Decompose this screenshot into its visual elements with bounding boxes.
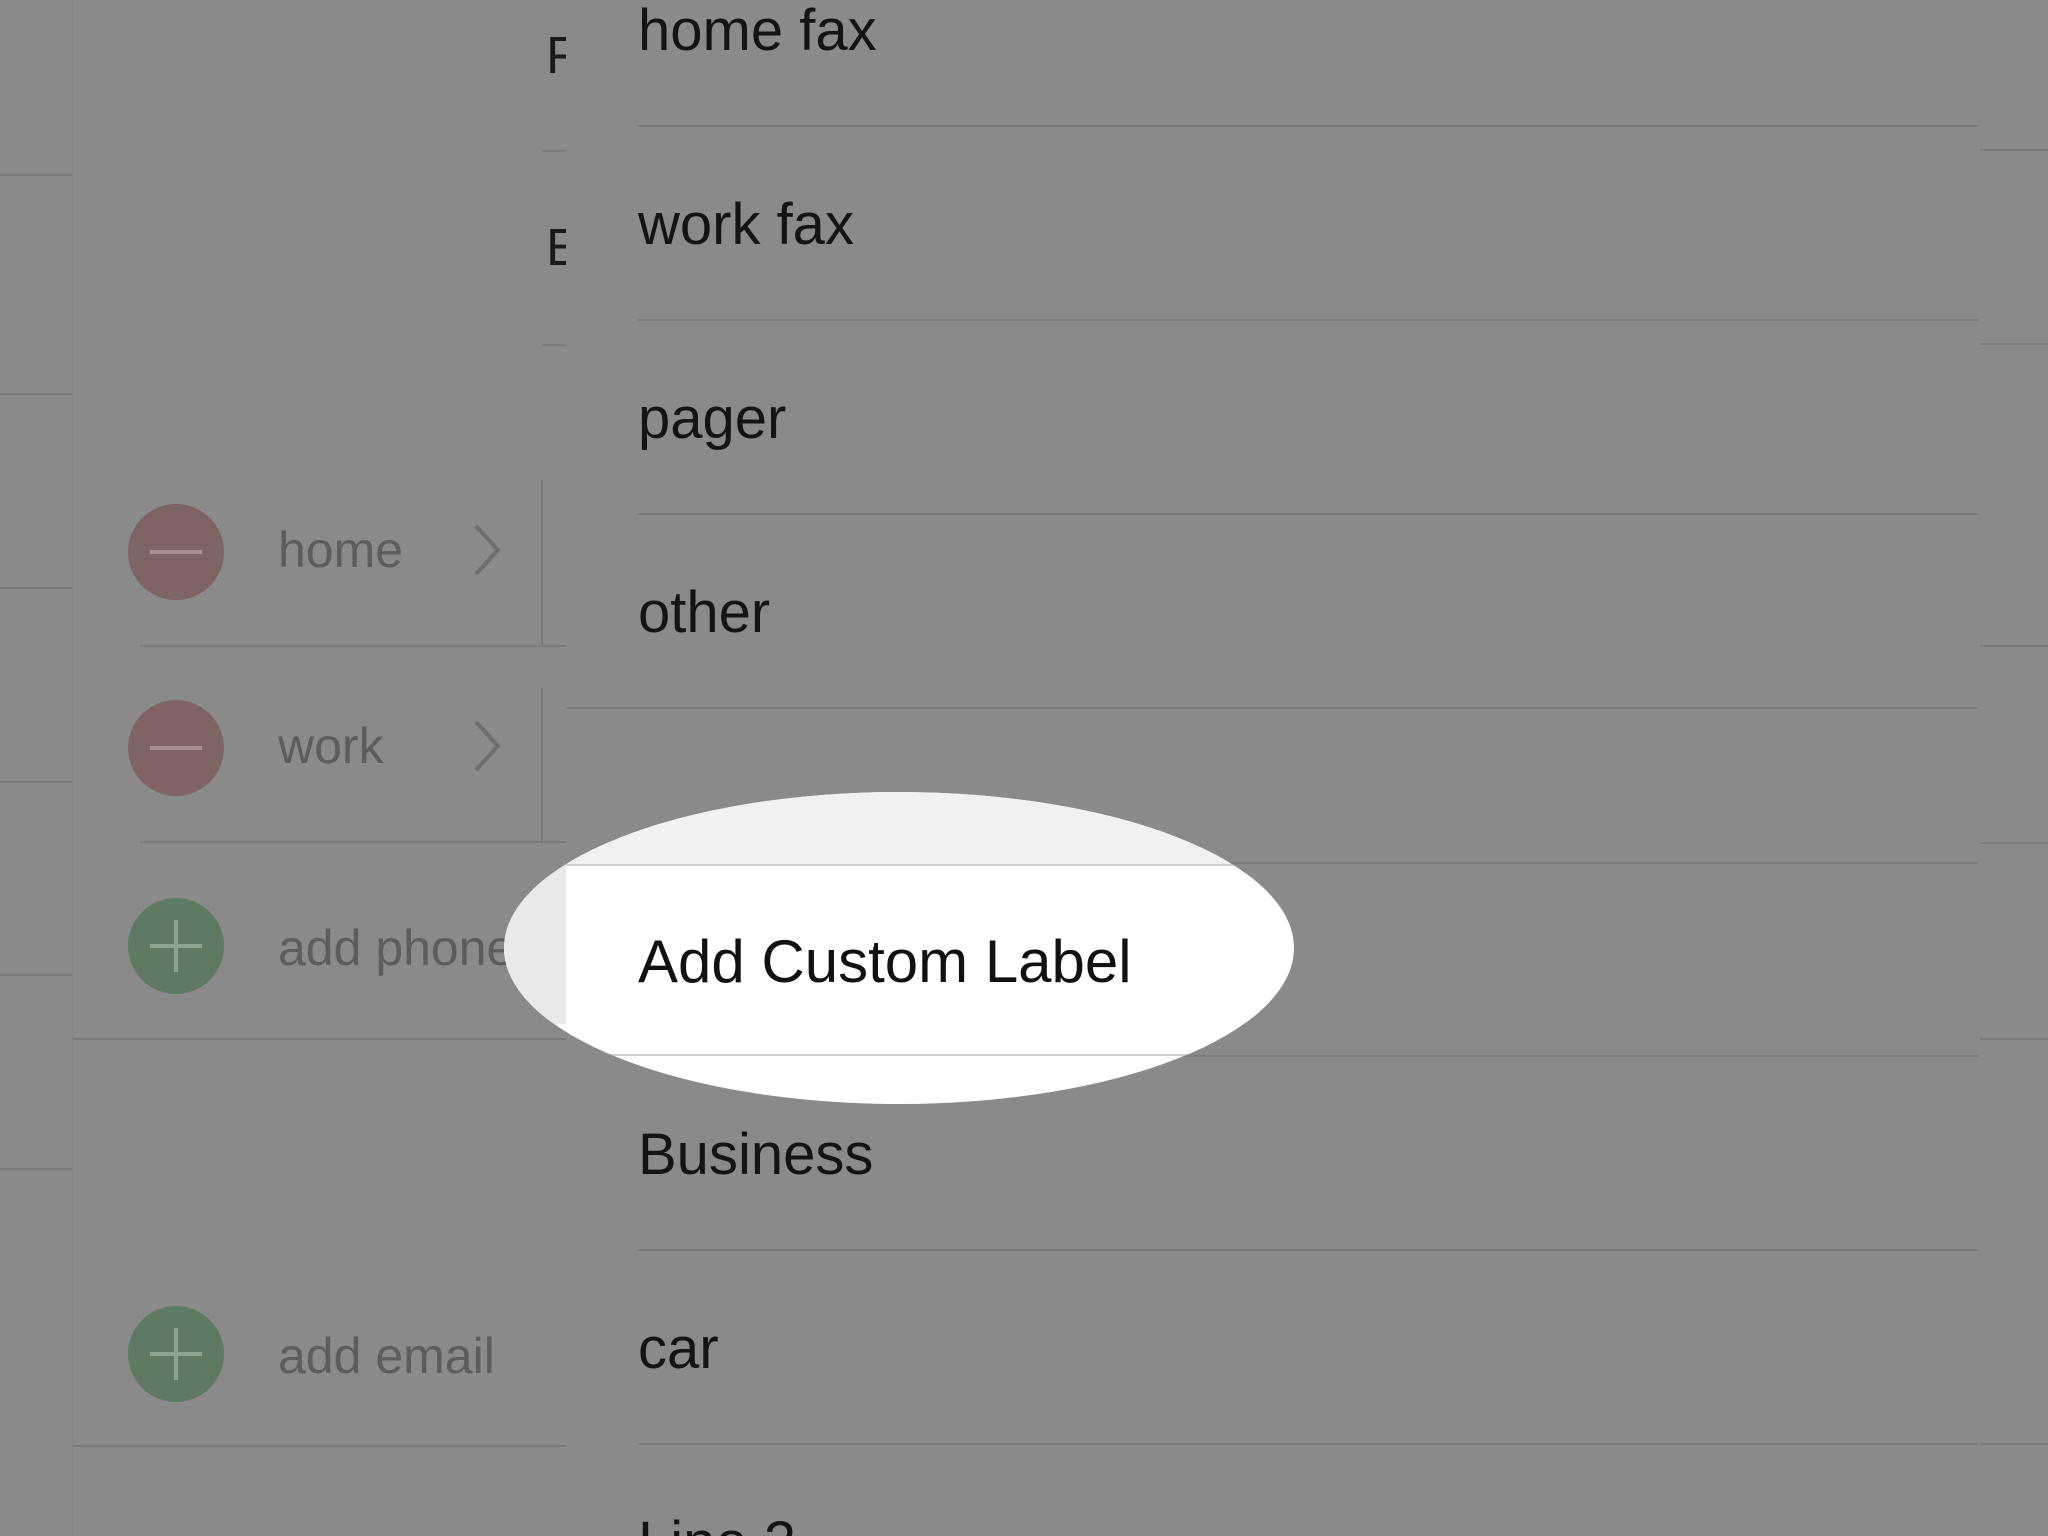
sidebar-divider — [0, 974, 72, 976]
row-divider — [140, 841, 566, 843]
option-divider — [638, 513, 1978, 515]
minus-icon — [150, 746, 202, 750]
section-divider — [74, 1445, 566, 1447]
add-phone-button[interactable] — [128, 898, 224, 994]
sidebar-divider — [0, 587, 72, 589]
label-option[interactable]: Line 2 — [638, 1508, 796, 1536]
spotlight-header-strip — [504, 792, 1294, 864]
option-divider — [1980, 149, 2048, 151]
label-number-divider — [541, 480, 543, 646]
label-option[interactable]: Business — [638, 1120, 873, 1190]
sidebar-divider — [0, 781, 72, 783]
option-divider — [1980, 1038, 2048, 1040]
option-divider — [1980, 343, 2048, 345]
remove-phone-button[interactable] — [128, 504, 224, 600]
add-phone-label[interactable]: add phone — [278, 918, 514, 978]
option-divider — [638, 1249, 1978, 1251]
label-option[interactable]: home fax — [638, 0, 877, 66]
section-divider — [566, 707, 1978, 709]
plus-icon — [150, 920, 202, 972]
label-option[interactable]: pager — [638, 384, 786, 454]
remove-phone-button[interactable] — [128, 700, 224, 796]
option-divider — [1980, 842, 2048, 844]
chevron-right-icon[interactable] — [466, 520, 506, 580]
option-divider — [638, 125, 1978, 127]
option-divider — [1980, 1443, 2048, 1445]
add-email-button[interactable] — [128, 1306, 224, 1402]
section-divider — [74, 1038, 566, 1040]
option-divider — [1980, 645, 2048, 647]
sidebar-divider — [0, 1168, 72, 1170]
highlight-spotlight: Add Custom Label — [504, 792, 1294, 1104]
field-divider — [542, 150, 566, 152]
phone-label-work[interactable]: work — [278, 716, 384, 776]
phone-label-home[interactable]: home — [278, 520, 403, 580]
sidebar-divider — [0, 174, 72, 176]
chevron-right-icon[interactable] — [466, 716, 506, 776]
option-divider — [566, 864, 1294, 866]
option-divider — [638, 319, 1978, 321]
contact-edit-screen: F E home work add phone add email home f… — [0, 0, 2048, 1536]
add-email-label[interactable]: add email — [278, 1326, 495, 1386]
label-option[interactable]: work fax — [638, 190, 854, 260]
hidden-field-letter: F — [546, 27, 566, 85]
sidebar-border — [72, 0, 74, 1536]
option-divider — [566, 1054, 1294, 1056]
label-option[interactable]: car — [638, 1314, 719, 1384]
field-divider — [542, 344, 566, 346]
option-divider — [638, 1443, 1978, 1445]
spotlight-left-edge — [504, 864, 566, 1024]
sidebar-divider — [0, 393, 72, 395]
plus-icon — [150, 1328, 202, 1380]
hidden-field-letter: E — [546, 219, 566, 277]
label-option[interactable]: other — [638, 578, 770, 648]
row-divider — [140, 645, 566, 647]
minus-icon — [150, 550, 202, 554]
add-custom-label-button[interactable]: Add Custom Label — [638, 926, 1132, 998]
